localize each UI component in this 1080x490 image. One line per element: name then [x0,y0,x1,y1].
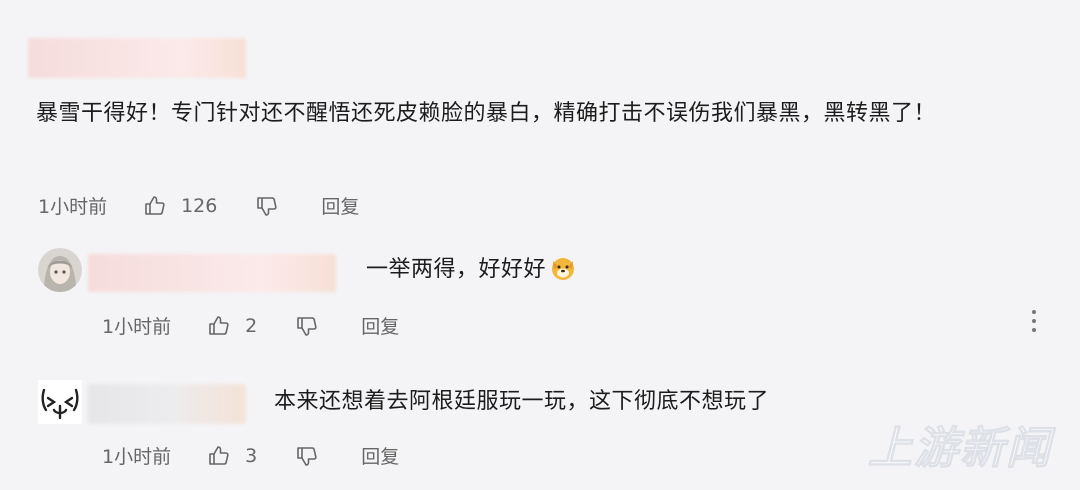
reply-button[interactable]: 回复 [321,192,359,219]
like-count: 2 [245,314,258,337]
thumbs-up-icon [209,315,229,335]
dislike-button[interactable] [295,314,319,338]
reply-button[interactable]: 回复 [361,312,399,339]
reply-text-content: 一举两得，好好好 [366,257,547,282]
thumbs-down-icon [257,196,277,216]
comment-time: 1小时前 [38,196,108,218]
reply-text: 一举两得，好好好 [366,252,576,288]
username-blurred [88,254,336,292]
dislike-button[interactable] [295,444,319,468]
reply-meta: 1小时前 2 回复 [102,312,399,339]
username-blurred [88,384,246,424]
thumbs-up-icon [145,195,165,215]
reply-meta: 1小时前 3 回复 [102,442,399,469]
username-blurred [28,38,246,78]
comment-meta: 1小时前 126 回复 [38,192,359,219]
thumbs-down-icon [297,316,317,336]
thumbs-up-icon [209,445,229,465]
avatar[interactable] [38,380,82,424]
avatar[interactable] [38,248,82,292]
like-button[interactable]: 3 [207,444,257,468]
like-count: 126 [181,194,218,217]
like-button[interactable]: 126 [143,194,217,218]
like-count: 3 [245,444,258,467]
dog-face-emoji-icon [552,258,575,280]
dislike-button[interactable] [255,194,279,218]
reply-time: 1小时前 [102,446,172,468]
watermark-logo: 上游新闻 [868,423,1052,475]
reply-button[interactable]: 回复 [361,442,399,469]
reply-time: 1小时前 [102,316,172,338]
comment-text: 暴雪干得好！专门针对还不醒悟还死皮赖脸的暴白，精确打击不误伤我们暴黑，黑转黑了！ [36,101,937,126]
reply-text: 本来还想着去阿根廷服玩一玩，这下彻底不想玩了 [274,389,770,414]
like-button[interactable]: 2 [207,314,257,338]
thumbs-down-icon [297,446,317,466]
more-options-icon[interactable] [1031,310,1037,332]
